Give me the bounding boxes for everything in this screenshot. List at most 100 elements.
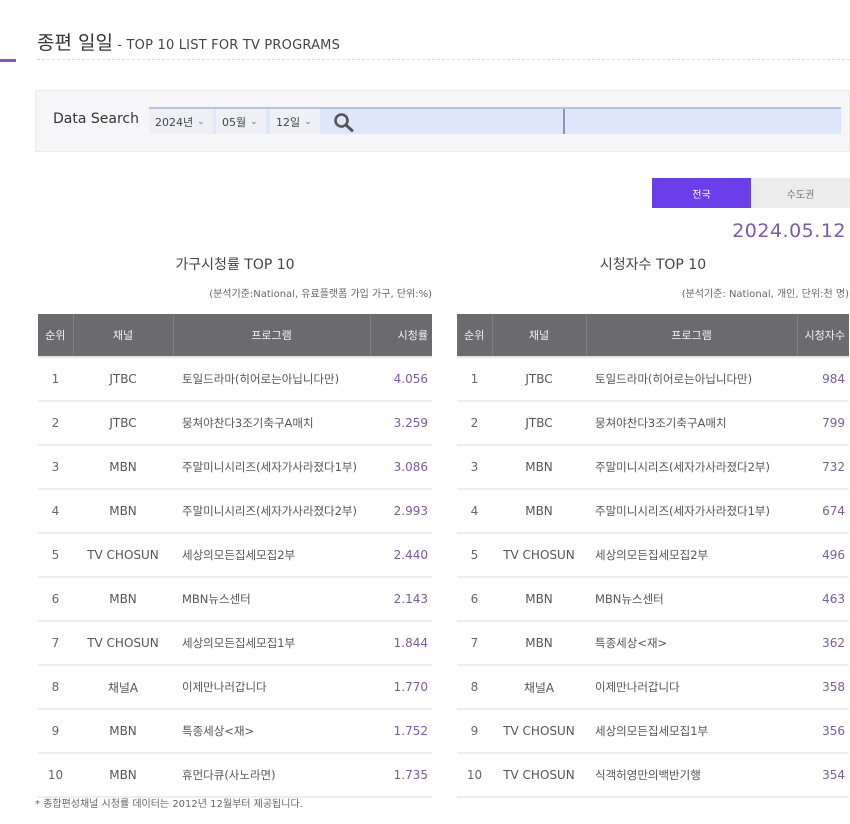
table-row: 5 TV CHOSUN 세상의모든집세모집2부 2.440: [38, 533, 432, 578]
program-cell: 이제만나러갑니다: [173, 665, 370, 710]
search-field-divider: [563, 109, 565, 134]
channel-cell: MBN: [73, 753, 173, 798]
data-search-label: Data Search: [53, 111, 139, 127]
household-rating-table: 순위 채널 프로그램 시청률 1 JTBC 토일드라마(히어로는아닙니다만) 4.05…: [38, 314, 432, 798]
table-row: 4 MBN 주말미니시리즈(세자가사라졌다2부) 2.993: [38, 489, 432, 534]
rank-cell: 4: [457, 489, 492, 534]
value-cell: 1.770: [370, 665, 432, 710]
program-cell: 주말미니시리즈(세자가사라졌다1부): [173, 445, 370, 490]
value-cell: 799: [797, 401, 849, 446]
value-cell: 3.259: [370, 401, 432, 446]
value-cell: 984: [797, 357, 849, 402]
table-row: 7 TV CHOSUN 세상의모든집세모집1부 1.844: [38, 621, 432, 666]
channel-cell: MBN: [73, 577, 173, 622]
column-header-channel: 채널: [492, 314, 587, 358]
table-row: 4 MBN 주말미니시리즈(세자가사라졌다1부) 674: [457, 489, 849, 534]
program-cell: MBN뉴스센터: [586, 577, 797, 622]
day-select[interactable]: 12일 ⌄: [270, 109, 320, 134]
rank-cell: 3: [457, 445, 492, 490]
column-header-rating: 시청률: [370, 314, 432, 358]
value-cell: 1.735: [370, 753, 432, 798]
column-header-channel: 채널: [73, 314, 174, 358]
program-cell: 세상의모든집세모집2부: [173, 533, 370, 578]
page-title-subtitle: - TOP 10 LIST FOR TV PROGRAMS: [112, 38, 341, 53]
viewers-panel: 시청자수 TOP 10 (분석기준: National, 개인, 단위:천 명)…: [457, 254, 849, 798]
title-accent-bar: [0, 59, 16, 62]
rank-cell: 8: [457, 665, 492, 710]
value-cell: 2.440: [370, 533, 432, 578]
program-cell: 세상의모든집세모집1부: [586, 709, 797, 754]
tab-capital-area[interactable]: 수도권: [751, 178, 850, 208]
channel-cell: TV CHOSUN: [73, 533, 173, 578]
channel-cell: MBN: [73, 489, 173, 534]
rank-cell: 5: [38, 533, 73, 578]
table-row: 10 MBN 휴먼다큐(사노라면) 1.735: [38, 753, 432, 798]
program-cell: 이제만나러갑니다: [586, 665, 797, 710]
chevron-down-icon: ⌄: [250, 116, 258, 127]
rank-cell: 6: [457, 577, 492, 622]
table-row: 6 MBN MBN뉴스센터 2.143: [38, 577, 432, 622]
rank-cell: 4: [38, 489, 73, 534]
value-cell: 354: [797, 753, 849, 798]
value-cell: 362: [797, 621, 849, 666]
rank-cell: 2: [457, 401, 492, 446]
value-cell: 4.056: [370, 357, 432, 402]
rank-cell: 3: [38, 445, 73, 490]
column-header-rank: 순위: [38, 314, 74, 358]
value-cell: 356: [797, 709, 849, 754]
rank-cell: 1: [38, 357, 73, 402]
value-cell: 2.993: [370, 489, 432, 534]
rank-cell: 10: [38, 753, 73, 798]
program-cell: 주말미니시리즈(세자가사라졌다1부): [586, 489, 797, 534]
value-cell: 732: [797, 445, 849, 490]
channel-cell: 채널A: [492, 665, 586, 710]
household-rating-title: 가구시청률 TOP 10: [175, 257, 295, 273]
channel-cell: JTBC: [73, 357, 173, 402]
program-cell: MBN뉴스센터: [173, 577, 370, 622]
value-cell: 463: [797, 577, 849, 622]
data-search-bar: 2024년 ⌄ 05월 ⌄ 12일 ⌄: [149, 107, 841, 134]
value-cell: 674: [797, 489, 849, 534]
search-icon[interactable]: [333, 112, 355, 132]
table-row: 8 채널A 이제만나러갑니다 358: [457, 665, 849, 710]
value-cell: 2.143: [370, 577, 432, 622]
rank-cell: 10: [457, 753, 492, 798]
program-cell: 토일드라마(히어로는아닙니다만): [586, 357, 797, 402]
table-row: 9 TV CHOSUN 세상의모든집세모집1부 356: [457, 709, 849, 754]
channel-cell: JTBC: [492, 357, 586, 402]
program-cell: 뭉쳐야찬다3조기축구A매치: [586, 401, 797, 446]
table-header-row: 순위 채널 프로그램 시청률: [38, 314, 432, 358]
table-row: 3 MBN 주말미니시리즈(세자가사라졌다1부) 3.086: [38, 445, 432, 490]
channel-cell: MBN: [492, 577, 586, 622]
value-cell: 1.752: [370, 709, 432, 754]
channel-cell: MBN: [492, 489, 586, 534]
column-header-rank: 순위: [457, 314, 493, 358]
value-cell: 3.086: [370, 445, 432, 490]
table-row: 1 JTBC 토일드라마(히어로는아닙니다만) 984: [457, 357, 849, 402]
channel-cell: TV CHOSUN: [73, 621, 173, 666]
channel-cell: MBN: [492, 445, 586, 490]
table-row: 2 JTBC 뭉쳐야찬다3조기축구A매치 3.259: [38, 401, 432, 446]
table-row: 2 JTBC 뭉쳐야찬다3조기축구A매치 799: [457, 401, 849, 446]
region-tabs: 전국 수도권: [652, 178, 850, 208]
year-select[interactable]: 2024년 ⌄: [149, 109, 213, 134]
viewers-note: (분석기준: National, 개인, 단위:천 명): [681, 289, 849, 300]
channel-cell: TV CHOSUN: [492, 533, 586, 578]
rank-cell: 2: [38, 401, 73, 446]
rank-cell: 9: [457, 709, 492, 754]
selected-date: 2024.05.12: [732, 220, 846, 242]
data-search-panel: Data Search 2024년 ⌄ 05월 ⌄ 12일 ⌄: [35, 90, 850, 152]
household-rating-panel: 가구시청률 TOP 10 (분석기준:National, 유료플랫폼 가입 가구…: [38, 254, 432, 798]
footnote: * 종합편성채널 시청률 데이터는 2012년 12월부터 제공됩니다.: [35, 799, 303, 810]
channel-cell: 채널A: [73, 665, 173, 710]
program-cell: 특종세상<재>: [586, 621, 797, 666]
month-select[interactable]: 05월 ⌄: [216, 109, 266, 134]
month-select-value: 05월: [222, 115, 247, 129]
channel-cell: JTBC: [73, 401, 173, 446]
channel-cell: TV CHOSUN: [492, 753, 586, 798]
table-row: 3 MBN 주말미니시리즈(세자가사라졌다2부) 732: [457, 445, 849, 490]
column-header-program: 프로그램: [173, 314, 371, 358]
program-cell: 뭉쳐야찬다3조기축구A매치: [173, 401, 370, 446]
rank-cell: 7: [457, 621, 492, 666]
tab-national[interactable]: 전국: [652, 178, 751, 208]
